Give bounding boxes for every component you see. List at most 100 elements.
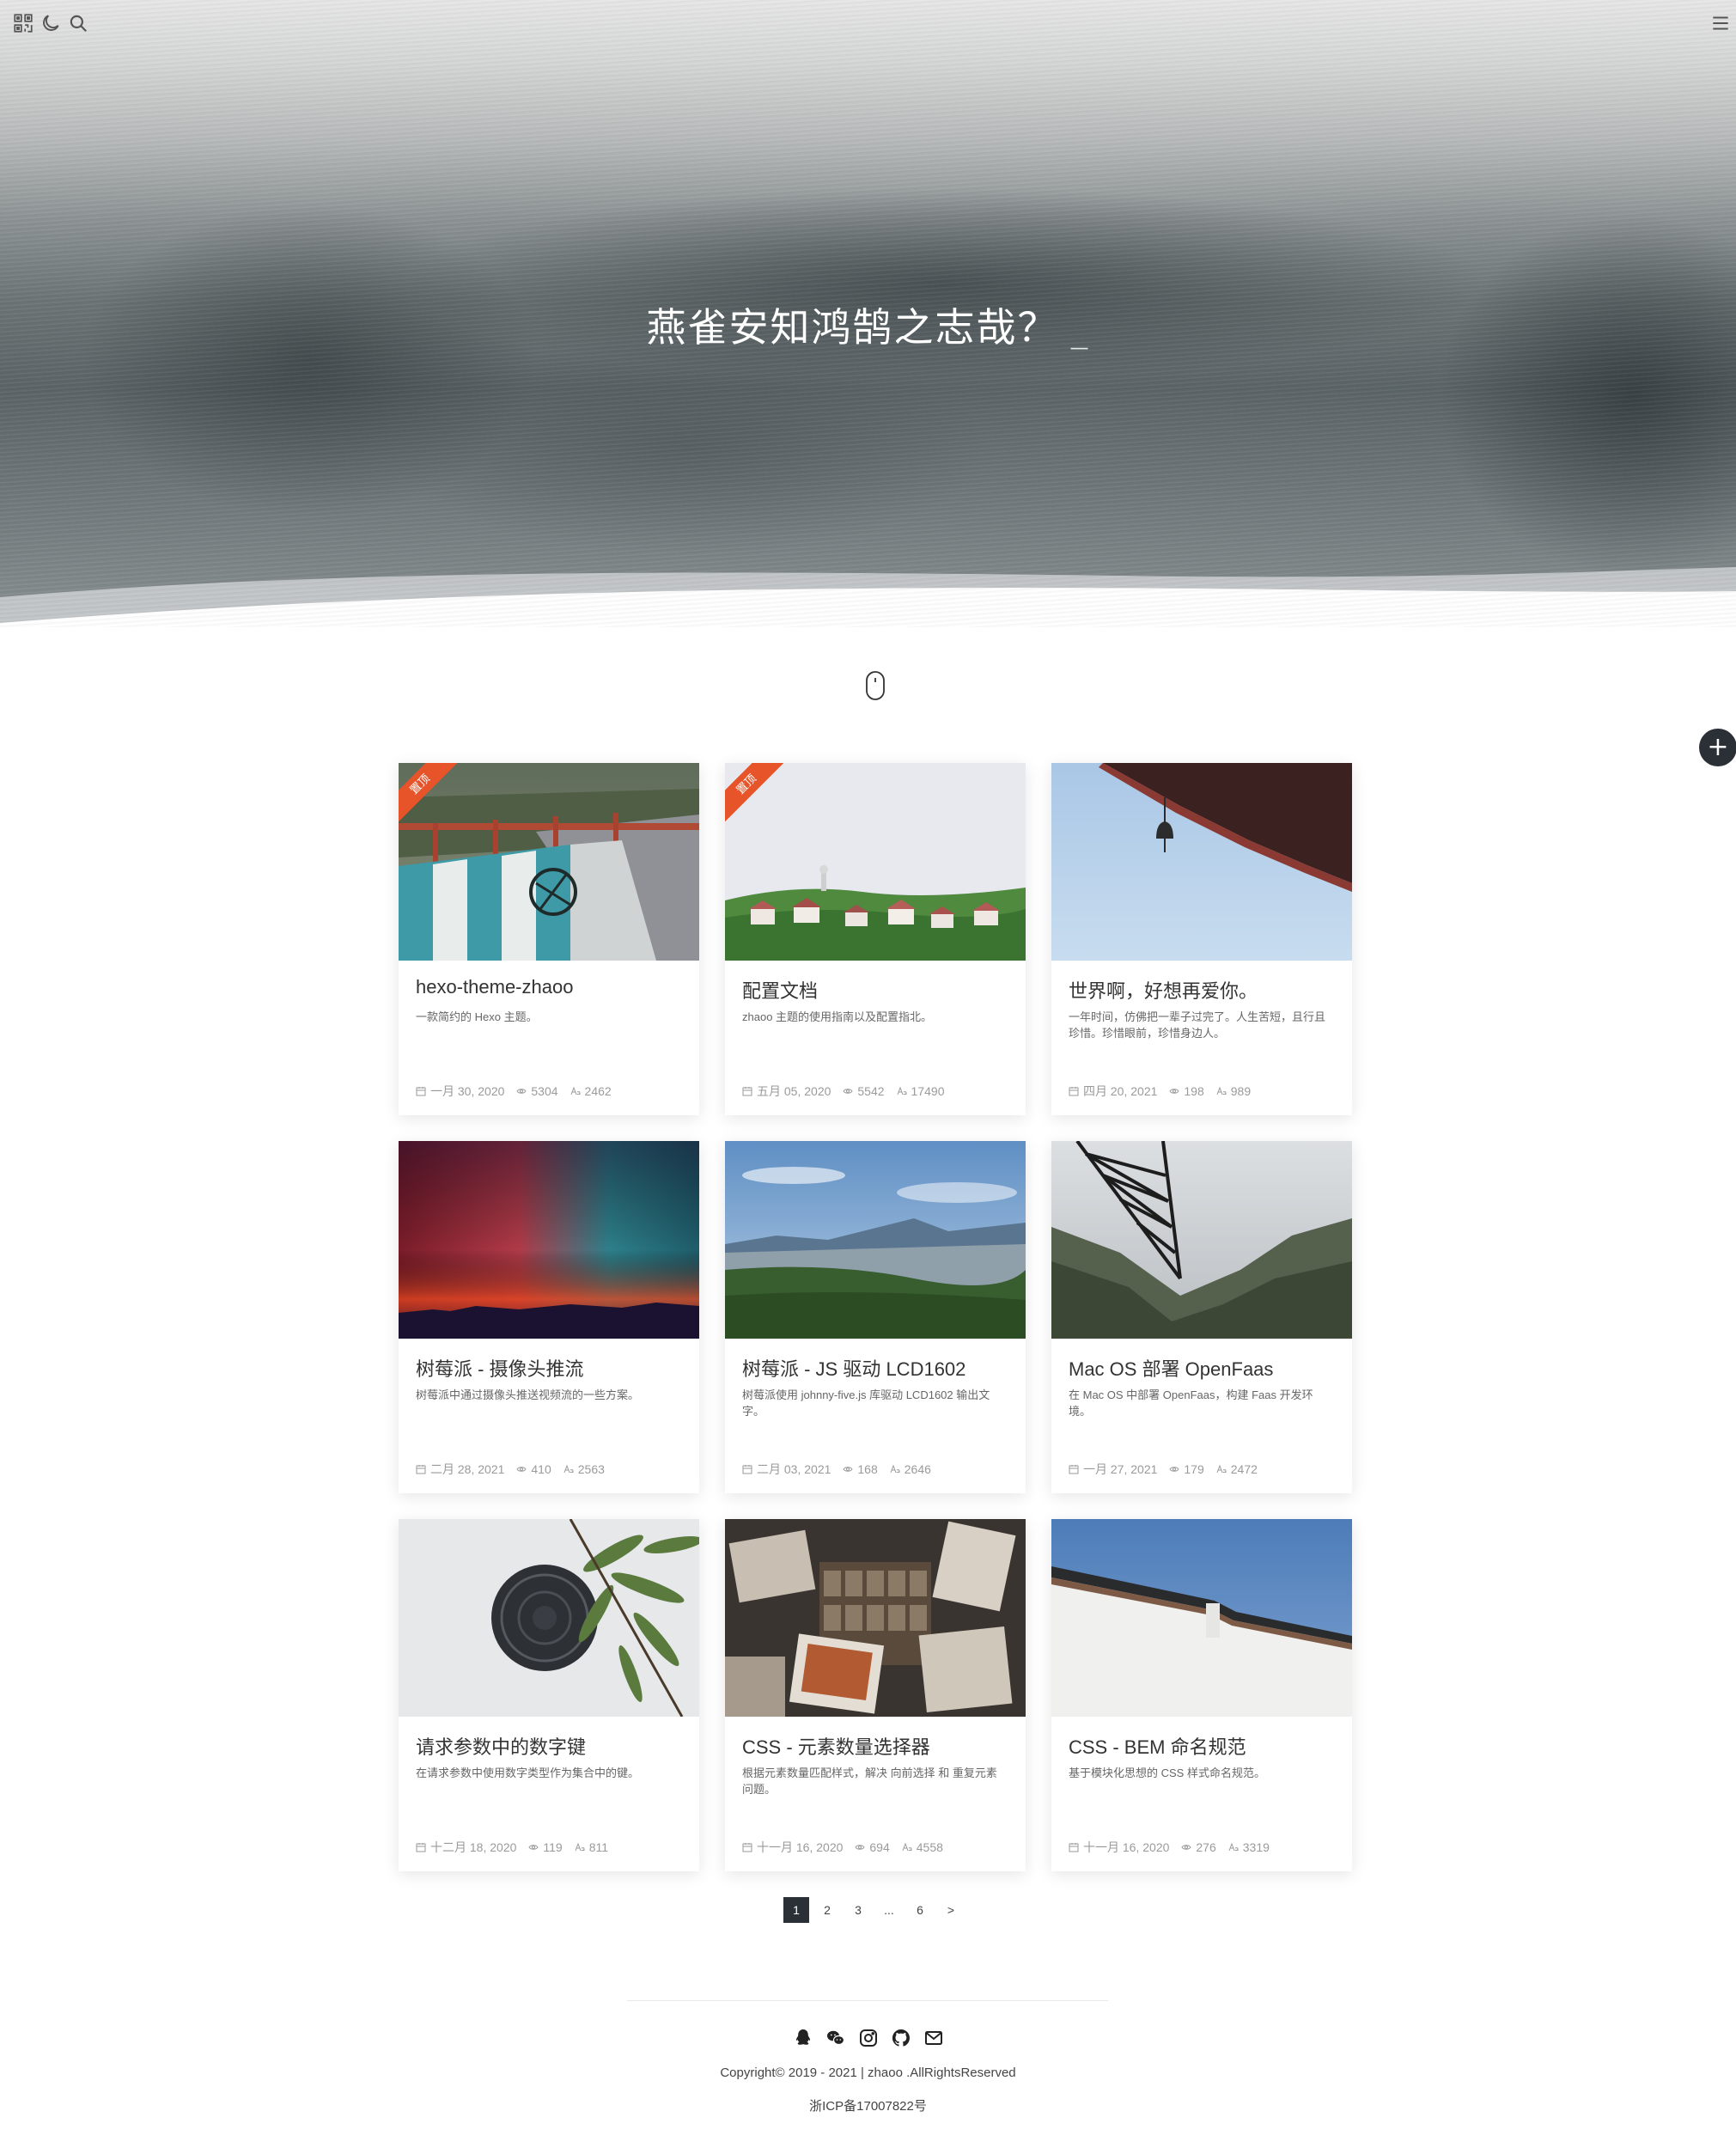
post-meta: 十一月 16, 2020 694 4558 <box>742 1839 1017 1856</box>
scroll-down-icon[interactable] <box>865 670 886 701</box>
page-ellipsis: ... <box>884 1903 894 1917</box>
post-title[interactable]: Mac OS 部署 OpenFaas <box>1069 1354 1335 1382</box>
copyright-text: Copyright© 2019 - 2021 | zhaoo .AllRight… <box>720 2066 1016 2080</box>
calendar-icon <box>416 1843 426 1852</box>
pagination: 1 2 3 ... 6 > <box>783 1897 964 1923</box>
post-title[interactable]: 配置文档 <box>742 976 1008 1004</box>
page-1-button[interactable]: 1 <box>783 1897 809 1923</box>
post-views: 410 <box>531 1462 551 1476</box>
post-card[interactable]: 树莓派 - JS 驱动 LCD1602 树莓派使用 johnny-five.js… <box>725 1141 1026 1493</box>
word-count-icon <box>575 1842 585 1852</box>
hero-wave-divider <box>0 567 1736 627</box>
wechat-icon[interactable] <box>825 2028 846 2048</box>
qrcode-icon[interactable] <box>12 12 34 34</box>
post-card[interactable]: 请求参数中的数字键 在请求参数中使用数字类型作为集合中的键。 十二月 18, 2… <box>399 1519 699 1871</box>
post-cover-image[interactable] <box>399 1141 699 1339</box>
floating-plus-button[interactable]: + <box>1699 729 1736 766</box>
icp-link[interactable]: 浙ICP备17007822号 <box>0 2096 1736 2114</box>
post-meta: 十一月 16, 2020 276 3319 <box>1069 1839 1343 1856</box>
calendar-icon <box>416 1087 426 1096</box>
word-count-icon <box>570 1086 581 1095</box>
hero-banner: 燕雀安知鸿鹄之志哉？ _ <box>0 0 1736 627</box>
next-page-button[interactable]: > <box>938 1897 964 1923</box>
qq-icon[interactable] <box>793 2028 813 2048</box>
eye-icon <box>855 1845 865 1850</box>
post-words: 811 <box>588 1840 609 1854</box>
post-words: 3319 <box>1242 1840 1270 1854</box>
post-card[interactable]: 世界啊，好想再爱你。 一年时间，仿佛把一辈子过完了。人生苦短，且行且珍惜。珍惜眼… <box>1051 763 1352 1115</box>
post-views: 179 <box>1184 1462 1204 1476</box>
footer-divider <box>627 2000 1108 2001</box>
post-card[interactable]: 置顶 配置文档 zhaoo 主题的使用指南以及配置指北。 五月 05, 2020… <box>725 763 1026 1115</box>
post-cover-image[interactable]: 置顶 <box>399 763 699 961</box>
post-excerpt: 树莓派使用 johnny-five.js 库驱动 LCD1602 输出文字。 <box>742 1388 990 1418</box>
eye-icon <box>843 1467 853 1472</box>
post-meta: 二月 03, 2021 168 2646 <box>742 1461 1017 1478</box>
post-title[interactable]: 树莓派 - 摄像头推流 <box>416 1354 682 1382</box>
menu-icon[interactable] <box>1709 12 1732 34</box>
post-date: 一月 27, 2021 <box>1083 1462 1158 1476</box>
post-date: 十一月 16, 2020 <box>757 1840 844 1854</box>
post-meta: 四月 20, 2021 198 989 <box>1069 1083 1343 1100</box>
post-excerpt: 一年时间，仿佛把一辈子过完了。人生苦短，且行且珍惜。珍惜眼前，珍惜身边人。 <box>1069 1010 1326 1040</box>
word-count-icon <box>1216 1086 1227 1095</box>
eye-icon <box>1169 1467 1179 1472</box>
search-icon[interactable] <box>67 12 89 34</box>
post-cover-image[interactable] <box>725 1519 1026 1717</box>
typing-cursor: _ <box>1070 310 1090 350</box>
post-cover-image[interactable] <box>1051 1519 1352 1717</box>
post-card[interactable]: 置顶 hexo-theme-zhaoo 一款简约的 Hexo 主题。 一月 30… <box>399 763 699 1115</box>
post-date: 一月 30, 2020 <box>430 1084 505 1098</box>
post-excerpt: 树莓派中通过摄像头推送视频流的一些方案。 <box>416 1388 640 1401</box>
page-6-button[interactable]: 6 <box>907 1897 933 1923</box>
post-title[interactable]: hexo-theme-zhaoo <box>416 976 682 998</box>
post-cover-image[interactable] <box>399 1519 699 1717</box>
moon-icon[interactable] <box>40 12 62 34</box>
plus-icon: + <box>1707 732 1729 762</box>
post-words: 2563 <box>577 1462 605 1476</box>
github-icon[interactable] <box>891 2028 911 2048</box>
post-views: 119 <box>543 1840 563 1854</box>
post-excerpt: 在请求参数中使用数字类型作为集合中的键。 <box>416 1767 640 1779</box>
post-words: 2462 <box>584 1084 612 1098</box>
post-cover-image[interactable]: 置顶 <box>725 763 1026 961</box>
post-title[interactable]: 请求参数中的数字键 <box>416 1732 682 1760</box>
post-card[interactable]: Mac OS 部署 OpenFaas 在 Mac OS 中部署 OpenFaas… <box>1051 1141 1352 1493</box>
word-count-icon <box>563 1464 574 1474</box>
post-cover-image[interactable] <box>1051 763 1352 961</box>
calendar-icon <box>742 1087 752 1096</box>
post-card[interactable]: CSS - BEM 命名规范 基于模块化思想的 CSS 样式命名规范。 十一月 … <box>1051 1519 1352 1871</box>
post-title[interactable]: 树莓派 - JS 驱动 LCD1602 <box>742 1354 1008 1382</box>
mail-icon[interactable] <box>923 2028 944 2048</box>
post-excerpt: zhaoo 主题的使用指南以及配置指北。 <box>742 1010 933 1023</box>
post-date: 五月 05, 2020 <box>757 1084 831 1098</box>
post-excerpt: 根据元素数量匹配样式，解决 向前选择 和 重复元素 问题。 <box>742 1767 997 1796</box>
word-count-icon <box>1228 1842 1239 1852</box>
instagram-icon[interactable] <box>858 2028 879 2048</box>
post-date: 二月 03, 2021 <box>757 1462 831 1476</box>
post-card[interactable]: CSS - 元素数量选择器 根据元素数量匹配样式，解决 向前选择 和 重复元素 … <box>725 1519 1026 1871</box>
eye-icon <box>843 1089 853 1094</box>
post-words: 4558 <box>916 1840 943 1854</box>
eye-icon <box>1181 1845 1191 1850</box>
post-cover-image[interactable] <box>725 1141 1026 1339</box>
post-title[interactable]: CSS - 元素数量选择器 <box>742 1732 1008 1760</box>
post-title[interactable]: 世界啊，好想再爱你。 <box>1069 976 1335 1004</box>
post-cover-image[interactable] <box>1051 1141 1352 1339</box>
post-views: 198 <box>1184 1084 1204 1098</box>
calendar-icon <box>742 1465 752 1474</box>
calendar-icon <box>1069 1465 1079 1474</box>
calendar-icon <box>1069 1843 1079 1852</box>
word-count-icon <box>1216 1464 1227 1474</box>
word-count-icon <box>902 1842 912 1852</box>
page-3-button[interactable]: 3 <box>845 1897 871 1923</box>
post-title[interactable]: CSS - BEM 命名规范 <box>1069 1732 1335 1760</box>
social-links <box>0 2028 1736 2048</box>
post-meta: 一月 27, 2021 179 2472 <box>1069 1461 1343 1478</box>
post-views: 276 <box>1196 1840 1216 1854</box>
post-date: 十一月 16, 2020 <box>1083 1840 1170 1854</box>
eye-icon <box>528 1845 539 1850</box>
post-card[interactable]: 树莓派 - 摄像头推流 树莓派中通过摄像头推送视频流的一些方案。 二月 28, … <box>399 1141 699 1493</box>
calendar-icon <box>1069 1087 1079 1096</box>
page-2-button[interactable]: 2 <box>814 1897 840 1923</box>
